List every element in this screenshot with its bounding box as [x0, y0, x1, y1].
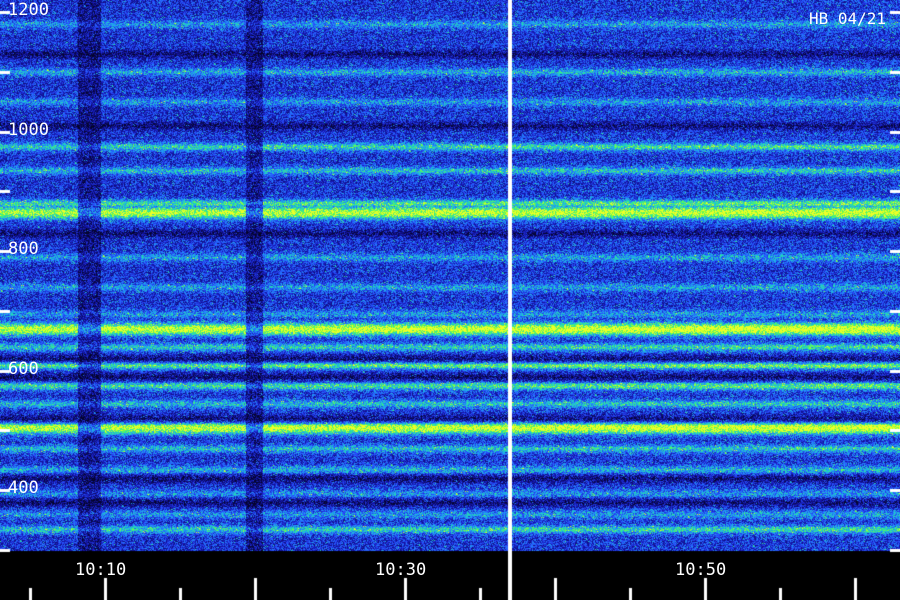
y-tick-label: 600	[8, 359, 39, 379]
x-tick-label: 10:30	[375, 560, 427, 580]
y-tick-label: 800	[8, 239, 39, 259]
x-tick-label: 10:50	[675, 560, 727, 580]
y-tick-label: 1000	[8, 120, 49, 140]
corner-label: HB 04/21	[808, 9, 886, 28]
x-tick-label: 10:10	[75, 560, 127, 580]
y-tick-label: 400	[8, 478, 39, 498]
axis-ticks: 1200 1000 800 600 400 10:10 10:30 10:50	[0, 0, 900, 600]
y-tick-label: 1200	[8, 0, 49, 20]
